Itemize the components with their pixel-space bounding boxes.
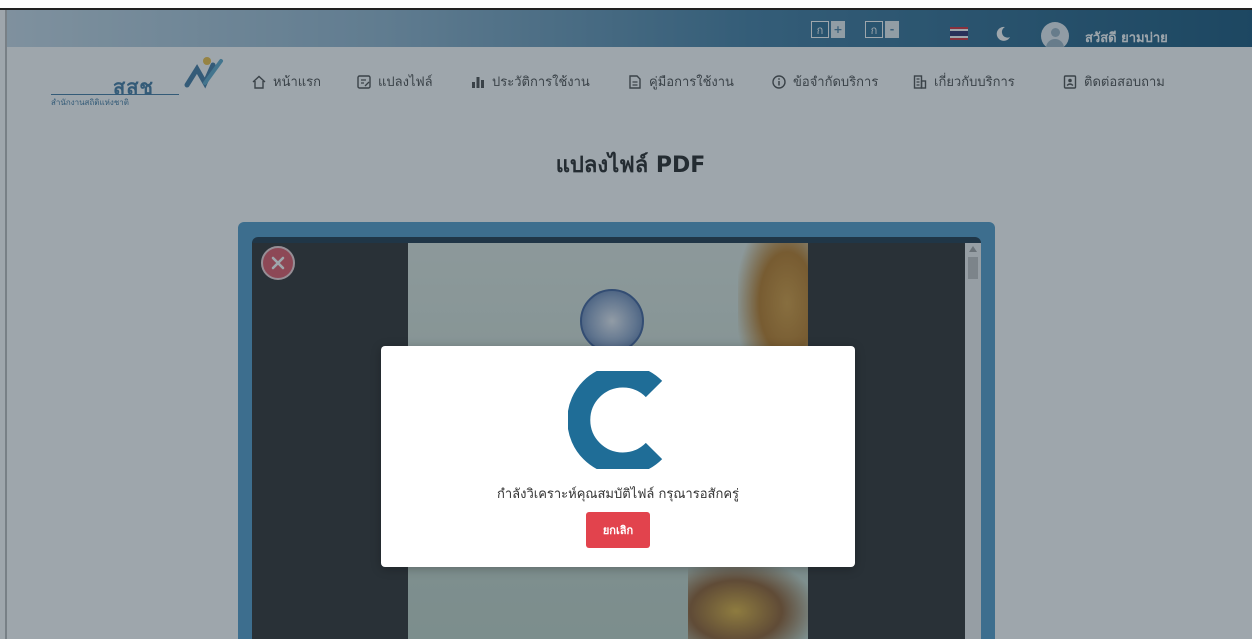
loading-dialog: กำลังวิเคราะห์คุณสมบัติไฟล์ กรุณารอสักคร… (381, 346, 855, 567)
loading-message: กำลังวิเคราะห์คุณสมบัติไฟล์ กรุณารอสักคร… (496, 487, 740, 502)
loading-spinner-icon (568, 371, 663, 469)
cancel-button[interactable]: ยกเลิก (586, 512, 650, 548)
